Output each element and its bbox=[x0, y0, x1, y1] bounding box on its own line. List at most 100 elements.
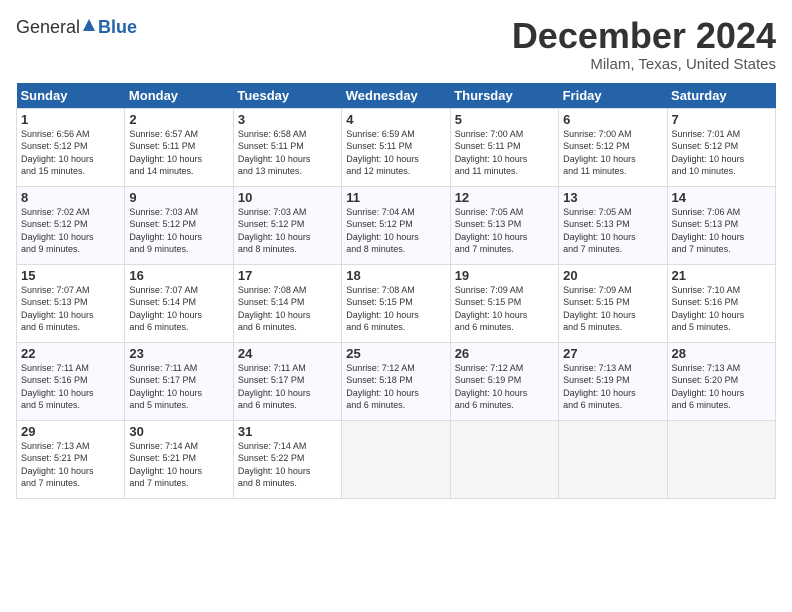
day-info: Sunrise: 7:00 AMSunset: 5:12 PMDaylight:… bbox=[563, 129, 636, 177]
day-number: 16 bbox=[129, 268, 228, 283]
day-info: Sunrise: 6:57 AMSunset: 5:11 PMDaylight:… bbox=[129, 129, 202, 177]
calendar-day-cell: 20 Sunrise: 7:09 AMSunset: 5:15 PMDayligh… bbox=[559, 264, 667, 342]
calendar-week-row: 15 Sunrise: 7:07 AMSunset: 5:13 PMDayligh… bbox=[17, 264, 776, 342]
day-number: 17 bbox=[238, 268, 337, 283]
header: General Blue December 2024 Milam, Texas,… bbox=[16, 16, 776, 73]
col-friday: Friday bbox=[559, 83, 667, 109]
day-info: Sunrise: 7:00 AMSunset: 5:11 PMDaylight:… bbox=[455, 129, 528, 177]
calendar-day-cell: 21 Sunrise: 7:10 AMSunset: 5:16 PMDayligh… bbox=[667, 264, 775, 342]
calendar-day-cell: 29 Sunrise: 7:13 AMSunset: 5:21 PMDayligh… bbox=[17, 420, 125, 498]
col-thursday: Thursday bbox=[450, 83, 558, 109]
day-info: Sunrise: 7:06 AMSunset: 5:13 PMDaylight:… bbox=[672, 207, 745, 255]
col-wednesday: Wednesday bbox=[342, 83, 450, 109]
day-info: Sunrise: 7:08 AMSunset: 5:14 PMDaylight:… bbox=[238, 285, 311, 333]
col-tuesday: Tuesday bbox=[233, 83, 341, 109]
day-number: 9 bbox=[129, 190, 228, 205]
calendar-day-cell: 2 Sunrise: 6:57 AMSunset: 5:11 PMDaylight… bbox=[125, 108, 233, 186]
day-info: Sunrise: 7:11 AMSunset: 5:16 PMDaylight:… bbox=[21, 363, 94, 411]
calendar-day-cell bbox=[342, 420, 450, 498]
day-info: Sunrise: 7:11 AMSunset: 5:17 PMDaylight:… bbox=[129, 363, 202, 411]
logo-blue: Blue bbox=[98, 17, 137, 38]
calendar-day-cell: 11Sunrise: 7:04 AMSunset: 5:12 PMDayligh… bbox=[342, 186, 450, 264]
logo-icon bbox=[81, 16, 97, 39]
col-saturday: Saturday bbox=[667, 83, 775, 109]
day-info: Sunrise: 6:59 AMSunset: 5:11 PMDaylight:… bbox=[346, 129, 419, 177]
day-number: 13 bbox=[563, 190, 662, 205]
calendar-day-cell bbox=[559, 420, 667, 498]
calendar-day-cell: 14Sunrise: 7:06 AMSunset: 5:13 PMDayligh… bbox=[667, 186, 775, 264]
calendar-day-cell: 12 Sunrise: 7:05 AMSunset: 5:13 PMDayligh… bbox=[450, 186, 558, 264]
calendar-day-cell: 18 Sunrise: 7:08 AMSunset: 5:15 PMDayligh… bbox=[342, 264, 450, 342]
day-number: 6 bbox=[563, 112, 662, 127]
day-number: 3 bbox=[238, 112, 337, 127]
day-info: Sunrise: 7:14 AMSunset: 5:22 PMDaylight:… bbox=[238, 441, 311, 489]
day-info: Sunrise: 7:08 AMSunset: 5:15 PMDaylight:… bbox=[346, 285, 419, 333]
day-number: 29 bbox=[21, 424, 120, 439]
header-row: Sunday Monday Tuesday Wednesday Thursday… bbox=[17, 83, 776, 109]
day-number: 2 bbox=[129, 112, 228, 127]
calendar-day-cell bbox=[450, 420, 558, 498]
calendar-day-cell: 25 Sunrise: 7:12 AMSunset: 5:18 PMDayligh… bbox=[342, 342, 450, 420]
day-number: 12 bbox=[455, 190, 554, 205]
col-monday: Monday bbox=[125, 83, 233, 109]
col-sunday: Sunday bbox=[17, 83, 125, 109]
day-number: 8 bbox=[21, 190, 120, 205]
day-number: 21 bbox=[672, 268, 771, 283]
day-info: Sunrise: 7:09 AMSunset: 5:15 PMDaylight:… bbox=[455, 285, 528, 333]
calendar-day-cell: 22Sunrise: 7:11 AMSunset: 5:16 PMDayligh… bbox=[17, 342, 125, 420]
day-number: 20 bbox=[563, 268, 662, 283]
day-number: 1 bbox=[21, 112, 120, 127]
logo-general: General bbox=[16, 17, 80, 38]
day-number: 11 bbox=[346, 190, 445, 205]
calendar-day-cell: 13Sunrise: 7:05 AMSunset: 5:13 PMDayligh… bbox=[559, 186, 667, 264]
day-number: 7 bbox=[672, 112, 771, 127]
calendar-day-cell: 28Sunrise: 7:13 AMSunset: 5:20 PMDayligh… bbox=[667, 342, 775, 420]
calendar-day-cell: 19Sunrise: 7:09 AMSunset: 5:15 PMDayligh… bbox=[450, 264, 558, 342]
day-info: Sunrise: 7:07 AMSunset: 5:13 PMDaylight:… bbox=[21, 285, 94, 333]
calendar-day-cell: 1Sunrise: 6:56 AMSunset: 5:12 PMDaylight… bbox=[17, 108, 125, 186]
day-number: 4 bbox=[346, 112, 445, 127]
day-info: Sunrise: 7:05 AMSunset: 5:13 PMDaylight:… bbox=[455, 207, 528, 255]
day-info: Sunrise: 7:12 AMSunset: 5:19 PMDaylight:… bbox=[455, 363, 528, 411]
calendar-day-cell: 6 Sunrise: 7:00 AMSunset: 5:12 PMDaylight… bbox=[559, 108, 667, 186]
day-number: 25 bbox=[346, 346, 445, 361]
day-info: Sunrise: 7:03 AMSunset: 5:12 PMDaylight:… bbox=[238, 207, 311, 255]
day-number: 5 bbox=[455, 112, 554, 127]
title-section: December 2024 Milam, Texas, United State… bbox=[512, 16, 776, 73]
calendar-table: Sunday Monday Tuesday Wednesday Thursday… bbox=[16, 83, 776, 499]
calendar-week-row: 1Sunrise: 6:56 AMSunset: 5:12 PMDaylight… bbox=[17, 108, 776, 186]
day-number: 18 bbox=[346, 268, 445, 283]
day-info: Sunrise: 7:13 AMSunset: 5:20 PMDaylight:… bbox=[672, 363, 745, 411]
day-number: 10 bbox=[238, 190, 337, 205]
day-number: 27 bbox=[563, 346, 662, 361]
logo: General Blue bbox=[16, 16, 137, 39]
day-info: Sunrise: 7:14 AMSunset: 5:21 PMDaylight:… bbox=[129, 441, 202, 489]
calendar-day-cell bbox=[667, 420, 775, 498]
calendar-day-cell: 23Sunrise: 7:11 AMSunset: 5:17 PMDayligh… bbox=[125, 342, 233, 420]
calendar-day-cell: 7Sunrise: 7:01 AMSunset: 5:12 PMDaylight… bbox=[667, 108, 775, 186]
day-number: 26 bbox=[455, 346, 554, 361]
day-number: 15 bbox=[21, 268, 120, 283]
day-number: 24 bbox=[238, 346, 337, 361]
calendar-day-cell: 17 Sunrise: 7:08 AMSunset: 5:14 PMDayligh… bbox=[233, 264, 341, 342]
day-info: Sunrise: 7:12 AMSunset: 5:18 PMDaylight:… bbox=[346, 363, 419, 411]
day-info: Sunrise: 7:09 AMSunset: 5:15 PMDaylight:… bbox=[563, 285, 636, 333]
day-number: 31 bbox=[238, 424, 337, 439]
day-info: Sunrise: 7:13 AMSunset: 5:19 PMDaylight:… bbox=[563, 363, 636, 411]
calendar-day-cell: 5 Sunrise: 7:00 AMSunset: 5:11 PMDaylight… bbox=[450, 108, 558, 186]
day-info: Sunrise: 7:10 AMSunset: 5:16 PMDaylight:… bbox=[672, 285, 745, 333]
calendar-day-cell: 24Sunrise: 7:11 AMSunset: 5:17 PMDayligh… bbox=[233, 342, 341, 420]
calendar-week-row: 8Sunrise: 7:02 AMSunset: 5:12 PMDaylight… bbox=[17, 186, 776, 264]
day-info: Sunrise: 7:03 AMSunset: 5:12 PMDaylight:… bbox=[129, 207, 202, 255]
calendar-week-row: 22Sunrise: 7:11 AMSunset: 5:16 PMDayligh… bbox=[17, 342, 776, 420]
calendar-day-cell: 27 Sunrise: 7:13 AMSunset: 5:19 PMDayligh… bbox=[559, 342, 667, 420]
month-title: December 2024 bbox=[512, 16, 776, 56]
calendar-day-cell: 16Sunrise: 7:07 AMSunset: 5:14 PMDayligh… bbox=[125, 264, 233, 342]
calendar-day-cell: 3 Sunrise: 6:58 AMSunset: 5:11 PMDaylight… bbox=[233, 108, 341, 186]
day-number: 30 bbox=[129, 424, 228, 439]
day-info: Sunrise: 6:58 AMSunset: 5:11 PMDaylight:… bbox=[238, 129, 311, 177]
calendar-day-cell: 15 Sunrise: 7:07 AMSunset: 5:13 PMDayligh… bbox=[17, 264, 125, 342]
location: Milam, Texas, United States bbox=[512, 56, 776, 73]
calendar-day-cell: 8Sunrise: 7:02 AMSunset: 5:12 PMDaylight… bbox=[17, 186, 125, 264]
day-info: Sunrise: 7:13 AMSunset: 5:21 PMDaylight:… bbox=[21, 441, 94, 489]
